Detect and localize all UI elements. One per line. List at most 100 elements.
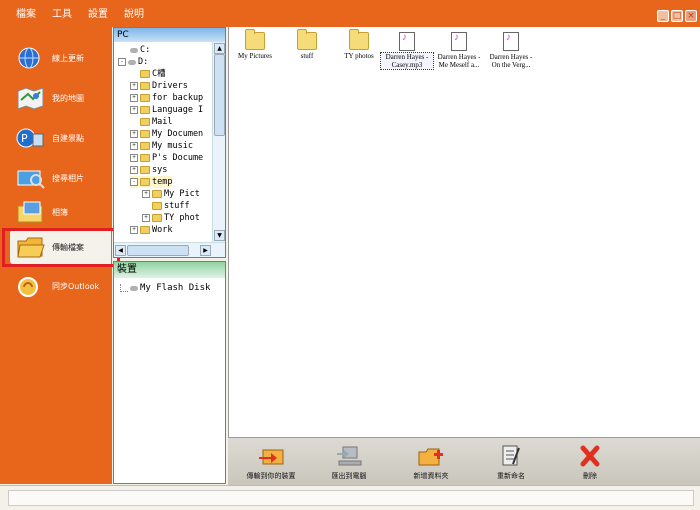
delete-icon bbox=[576, 444, 604, 468]
action-toolbar: 傳輸到你的裝置 匯出到電腦 新增資料夾 重新命名 刪除 bbox=[228, 437, 700, 486]
album-icon bbox=[16, 199, 46, 225]
expander-icon[interactable]: + bbox=[130, 106, 138, 114]
horizontal-scrollbar[interactable]: ◀ ▶ bbox=[114, 242, 225, 257]
expander-icon[interactable]: + bbox=[142, 190, 150, 198]
sidebar-item-outlook-sync[interactable]: 同步Outlook bbox=[6, 269, 110, 303]
status-field bbox=[8, 490, 694, 506]
scroll-up-icon[interactable]: ▲ bbox=[214, 43, 225, 54]
scroll-thumb[interactable] bbox=[127, 245, 189, 256]
sidebar-item-label: 我的地圖 bbox=[52, 93, 84, 103]
menu-file[interactable]: 檔案 bbox=[8, 9, 44, 21]
expander-icon[interactable]: + bbox=[130, 82, 138, 90]
tree-line bbox=[120, 284, 128, 292]
sidebar-item-my-map[interactable]: 我的地圖 bbox=[6, 81, 110, 115]
tree-node[interactable]: C: bbox=[130, 44, 150, 56]
tree-node[interactable]: C槽 bbox=[140, 68, 166, 80]
sidebar-item-label: 相簿 bbox=[52, 207, 68, 217]
map-icon bbox=[16, 85, 46, 111]
pc-panel: PC C: - D: C槽 + Drivers + for backup + Langu… bbox=[113, 27, 226, 258]
expander-icon[interactable]: - bbox=[118, 58, 126, 66]
scroll-left-icon[interactable]: ◀ bbox=[115, 245, 126, 256]
folder-icon bbox=[140, 226, 150, 234]
tree-node[interactable]: + My Documen bbox=[130, 128, 203, 140]
sidebar-item-search-photo[interactable]: 搜尋相片 bbox=[6, 161, 110, 195]
svg-text:P: P bbox=[21, 132, 28, 145]
file-label: Darren Hayes - On the Verg... bbox=[489, 53, 533, 69]
menu-settings[interactable]: 設置 bbox=[80, 9, 116, 21]
folder-icon bbox=[140, 118, 150, 126]
tree-node[interactable]: + TY phot bbox=[142, 212, 200, 224]
tree-node[interactable]: + My Pict bbox=[142, 188, 200, 200]
pc-panel-title: PC bbox=[114, 28, 225, 42]
file-label: Darren Hayes - Me Meself a... bbox=[437, 53, 481, 69]
expander-icon[interactable]: + bbox=[130, 94, 138, 102]
tree-node[interactable]: + Drivers bbox=[130, 80, 188, 92]
sidebar-item-label: 搜尋相片 bbox=[52, 173, 84, 183]
rename-icon bbox=[497, 444, 525, 468]
window-controls: _ □ × bbox=[657, 10, 697, 22]
folder-icon bbox=[349, 29, 369, 50]
drive-icon bbox=[128, 59, 136, 65]
tree-node[interactable]: + for backup bbox=[130, 92, 203, 104]
file-label: Darren Hayes - Casey.mp3 bbox=[380, 52, 434, 70]
menu-bar: 檔案 工具 設置 說明 bbox=[8, 9, 152, 21]
close-button[interactable]: × bbox=[685, 10, 697, 22]
status-bar bbox=[0, 485, 700, 510]
maximize-button[interactable]: □ bbox=[671, 10, 683, 22]
mp3-file-icon bbox=[503, 32, 519, 51]
tree-node[interactable]: + sys bbox=[130, 164, 167, 176]
file-item[interactable]: Darren Hayes -On the Verg... bbox=[485, 32, 537, 69]
drive-icon bbox=[130, 47, 138, 53]
highlight-box bbox=[2, 228, 120, 267]
scroll-right-icon[interactable]: ▶ bbox=[200, 245, 211, 256]
new-folder-button[interactable]: 新增資料夾 bbox=[392, 444, 470, 481]
tree-node[interactable]: + Work bbox=[130, 224, 172, 236]
expander-icon[interactable]: + bbox=[130, 130, 138, 138]
sidebar-item-label: 線上更新 bbox=[52, 53, 84, 63]
scroll-down-icon[interactable]: ▼ bbox=[214, 230, 225, 241]
expander-icon[interactable]: + bbox=[130, 226, 138, 234]
file-item[interactable]: stuff bbox=[281, 29, 333, 60]
tree-node[interactable]: Mail bbox=[140, 116, 172, 128]
tree-node[interactable]: + P's Docume bbox=[130, 152, 203, 164]
vertical-scrollbar[interactable]: ▲ ▼ bbox=[212, 42, 225, 242]
file-item-selected[interactable]: Darren Hayes -Casey.mp3 bbox=[380, 32, 434, 70]
tree-node[interactable]: + Language I bbox=[130, 104, 203, 116]
folder-icon bbox=[140, 94, 150, 102]
folder-icon bbox=[140, 106, 150, 114]
globe-icon bbox=[16, 45, 46, 71]
expander-icon[interactable]: - bbox=[130, 178, 138, 186]
menu-tools[interactable]: 工具 bbox=[44, 9, 80, 21]
folder-icon bbox=[152, 214, 162, 222]
file-item[interactable]: TY photos bbox=[333, 29, 385, 60]
rename-button[interactable]: 重新命名 bbox=[472, 444, 550, 481]
folder-icon bbox=[297, 29, 317, 50]
minimize-button[interactable]: _ bbox=[657, 10, 669, 22]
scroll-thumb[interactable] bbox=[214, 54, 225, 136]
folder-icon bbox=[140, 178, 150, 186]
send-to-device-button[interactable]: 傳輸到你的裝置 bbox=[232, 444, 310, 481]
expander-icon[interactable]: + bbox=[142, 214, 150, 222]
file-item[interactable]: My Pictures bbox=[229, 29, 281, 60]
tree-node[interactable]: - D: bbox=[118, 56, 148, 68]
tree-node[interactable]: stuff bbox=[152, 200, 190, 212]
export-to-pc-button[interactable]: 匯出到電腦 bbox=[310, 444, 388, 481]
folder-icon bbox=[140, 82, 150, 90]
sidebar-item-album[interactable]: 相簿 bbox=[6, 195, 110, 229]
expander-icon[interactable]: + bbox=[130, 154, 138, 162]
sidebar-item-custom-poi[interactable]: P 自建景點 bbox=[6, 121, 110, 155]
title-bar: 檔案 工具 設置 說明 _ □ × bbox=[0, 0, 700, 27]
expander-icon[interactable]: + bbox=[130, 166, 138, 174]
file-item[interactable]: Darren Hayes -Me Meself a... bbox=[433, 32, 485, 69]
mp3-file-icon bbox=[451, 32, 467, 51]
device-panel-title: 裝置 bbox=[114, 262, 225, 278]
folder-tree: C: - D: C槽 + Drivers + for backup + Language… bbox=[114, 42, 211, 242]
sidebar-item-online-update[interactable]: 線上更新 bbox=[6, 41, 110, 75]
delete-button[interactable]: 刪除 bbox=[560, 444, 620, 481]
device-item[interactable]: My Flash Disk bbox=[120, 283, 210, 293]
menu-help[interactable]: 說明 bbox=[116, 9, 152, 21]
tree-node-selected[interactable]: - temp bbox=[130, 176, 173, 188]
folder-icon bbox=[140, 130, 150, 138]
expander-icon[interactable]: + bbox=[130, 142, 138, 150]
tree-node[interactable]: + My music bbox=[130, 140, 193, 152]
